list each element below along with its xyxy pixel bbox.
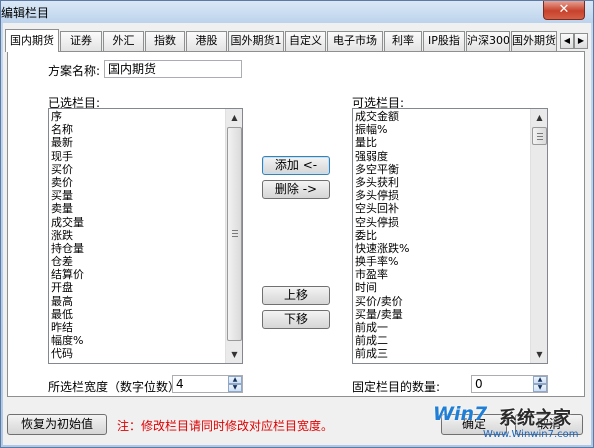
- spin-up-icon[interactable]: ▲: [533, 376, 547, 384]
- tab-strip: 国内期货 证券 外汇 指数 港股 国外期货1 自定义 电子市场 利率 IP股指 …: [3, 29, 591, 52]
- add-column-button[interactable]: 添加 <-: [262, 156, 330, 175]
- tab-csi300[interactable]: 沪深300: [466, 31, 510, 51]
- window-title: 编辑栏目: [1, 6, 50, 20]
- list-item[interactable]: 市盈率: [355, 268, 529, 281]
- selected-items: 序名称 最新 现手 买价 卖价 买量 卖量 成交量 涨跌 持仓量 仓差 结算价 开盘 最高 最低 昨结 幅度% 代…: [51, 110, 224, 361]
- fixed-columns-label: 固定栏目的数量:: [352, 380, 441, 394]
- list-item[interactable]: 现手: [51, 150, 224, 163]
- spin-down-icon[interactable]: ▼: [533, 384, 547, 392]
- tab-ip-index[interactable]: IP股指: [423, 31, 465, 51]
- spin-down-icon[interactable]: ▼: [228, 384, 242, 392]
- list-item[interactable]: 最新: [51, 136, 224, 149]
- list-item[interactable]: 名称: [51, 123, 224, 136]
- scheme-name-input[interactable]: 国内期货: [104, 60, 242, 78]
- tab-domestic-futures[interactable]: 国内期货: [5, 29, 59, 52]
- scroll-up-icon[interactable]: ▲: [227, 110, 242, 125]
- list-item[interactable]: 时间: [355, 281, 529, 294]
- list-item[interactable]: 成交量: [51, 216, 224, 229]
- tab-panel: 方案名称: 国内期货 已选栏目: 序名称 最新 现手 买价 卖价 买量 卖量 成交量 涨跌 持仓量…: [7, 51, 585, 397]
- selected-list-scrollbar[interactable]: ▲ ▼: [225, 109, 242, 363]
- tab-foreign-futures-1[interactable]: 国外期货1: [228, 31, 284, 51]
- list-item[interactable]: 强弱度: [355, 150, 529, 163]
- available-items: 成交金额 振幅% 量比 强弱度 多空平衡 多头获利 多头停损 空头回补 空头停损 委比 快速涨跌% 换…: [355, 110, 529, 361]
- tab-hk-stocks[interactable]: 港股: [186, 31, 227, 51]
- list-item[interactable]: 前成三: [355, 347, 529, 360]
- list-item[interactable]: 振幅%: [355, 123, 529, 136]
- selected-columns-list[interactable]: 序名称 最新 现手 买价 卖价 买量 卖量 成交量 涨跌 持仓量 仓差 结算价 开盘 最高 最低 昨结 幅度% 代…: [48, 108, 243, 364]
- spin-up-icon[interactable]: ▲: [228, 376, 242, 384]
- fixed-columns-value[interactable]: 0: [475, 377, 483, 391]
- list-item[interactable]: 买量/卖量: [355, 308, 529, 321]
- remove-column-button[interactable]: 删除 ->: [262, 180, 330, 199]
- column-width-label: 所选栏宽度（数字位数）:: [48, 380, 185, 394]
- width-note: 注：修改栏目请同时修改对应栏目宽度。: [117, 419, 334, 433]
- list-item[interactable]: 开盘: [51, 281, 224, 294]
- move-up-button[interactable]: 上移: [262, 286, 330, 305]
- list-item[interactable]: 持仓量: [51, 242, 224, 255]
- list-item[interactable]: 昨结: [51, 321, 224, 334]
- column-width-spinner[interactable]: 4 ▲ ▼: [172, 375, 243, 393]
- list-item[interactable]: 买价/卖价: [355, 295, 529, 308]
- list-item[interactable]: 前成二: [355, 334, 529, 347]
- list-item[interactable]: 序: [51, 110, 224, 123]
- list-item[interactable]: 委比: [355, 229, 529, 242]
- scroll-up-icon[interactable]: ▲: [532, 110, 547, 125]
- fixed-columns-spinner[interactable]: 0 ▲ ▼: [471, 375, 548, 393]
- column-width-value[interactable]: 4: [176, 377, 184, 391]
- scheme-name-label: 方案名称:: [48, 64, 101, 78]
- scroll-down-icon[interactable]: ▼: [227, 347, 242, 362]
- watermark: Win7 系统之家 Www.Winwin7.com: [423, 403, 593, 447]
- close-button[interactable]: ✕: [543, 1, 585, 20]
- tab-electronic-market[interactable]: 电子市场: [327, 31, 383, 51]
- list-item[interactable]: 快速涨跌%: [355, 242, 529, 255]
- list-item[interactable]: 多头停损: [355, 189, 529, 202]
- list-item[interactable]: 多头获利: [355, 176, 529, 189]
- scroll-thumb[interactable]: [227, 127, 242, 341]
- tab-custom[interactable]: 自定义: [285, 31, 326, 51]
- list-item[interactable]: 成交金额: [355, 110, 529, 123]
- list-item[interactable]: 卖价: [51, 176, 224, 189]
- tab-scroll-left-icon[interactable]: ◀: [560, 33, 574, 49]
- list-item[interactable]: 最高: [51, 295, 224, 308]
- list-item[interactable]: 换手率%: [355, 255, 529, 268]
- list-item[interactable]: 买价: [51, 163, 224, 176]
- list-item[interactable]: 买量: [51, 189, 224, 202]
- list-item[interactable]: 量比: [355, 136, 529, 149]
- tab-foreign-futures[interactable]: 国外期货: [511, 31, 557, 51]
- tab-securities[interactable]: 证券: [60, 31, 102, 51]
- list-item[interactable]: 仓差: [51, 255, 224, 268]
- tab-interest-rate[interactable]: 利率: [384, 31, 422, 51]
- list-item[interactable]: 前成一: [355, 321, 529, 334]
- list-item[interactable]: 涨跌: [51, 229, 224, 242]
- list-item[interactable]: 最低: [51, 308, 224, 321]
- watermark-url: Www.Winwin7.com: [483, 429, 579, 440]
- tab-forex[interactable]: 外汇: [103, 31, 144, 51]
- watermark-logo: Win7: [433, 403, 488, 425]
- reset-defaults-button[interactable]: 恢复为初始值: [7, 414, 107, 435]
- tab-scroll-right-icon[interactable]: ▶: [574, 33, 588, 49]
- available-list-scrollbar[interactable]: ▲ ▼: [530, 109, 547, 363]
- list-item[interactable]: 空头停损: [355, 216, 529, 229]
- list-item[interactable]: 多空平衡: [355, 163, 529, 176]
- scroll-down-icon[interactable]: ▼: [532, 347, 547, 362]
- watermark-site-name: 系统之家: [499, 408, 571, 429]
- title-bar[interactable]: 编辑栏目 ✕: [1, 1, 593, 23]
- dialog-client: 国内期货 证券 外汇 指数 港股 国外期货1 自定义 电子市场 利率 IP股指 …: [3, 23, 591, 445]
- list-item[interactable]: 卖量: [51, 202, 224, 215]
- move-down-button[interactable]: 下移: [262, 310, 330, 329]
- list-item[interactable]: 代码: [51, 347, 224, 360]
- list-item[interactable]: 幅度%: [51, 334, 224, 347]
- list-item[interactable]: 结算价: [51, 268, 224, 281]
- available-columns-list[interactable]: 成交金额 振幅% 量比 强弱度 多空平衡 多头获利 多头停损 空头回补 空头停损 委比 快速涨跌% 换…: [352, 108, 548, 364]
- tab-index[interactable]: 指数: [145, 31, 185, 51]
- scroll-thumb[interactable]: [532, 127, 547, 145]
- dialog-window: 编辑栏目 ✕ 国内期货 证券 外汇 指数 港股 国外期货1 自定义 电子市场 利…: [0, 0, 594, 448]
- list-item[interactable]: 空头回补: [355, 202, 529, 215]
